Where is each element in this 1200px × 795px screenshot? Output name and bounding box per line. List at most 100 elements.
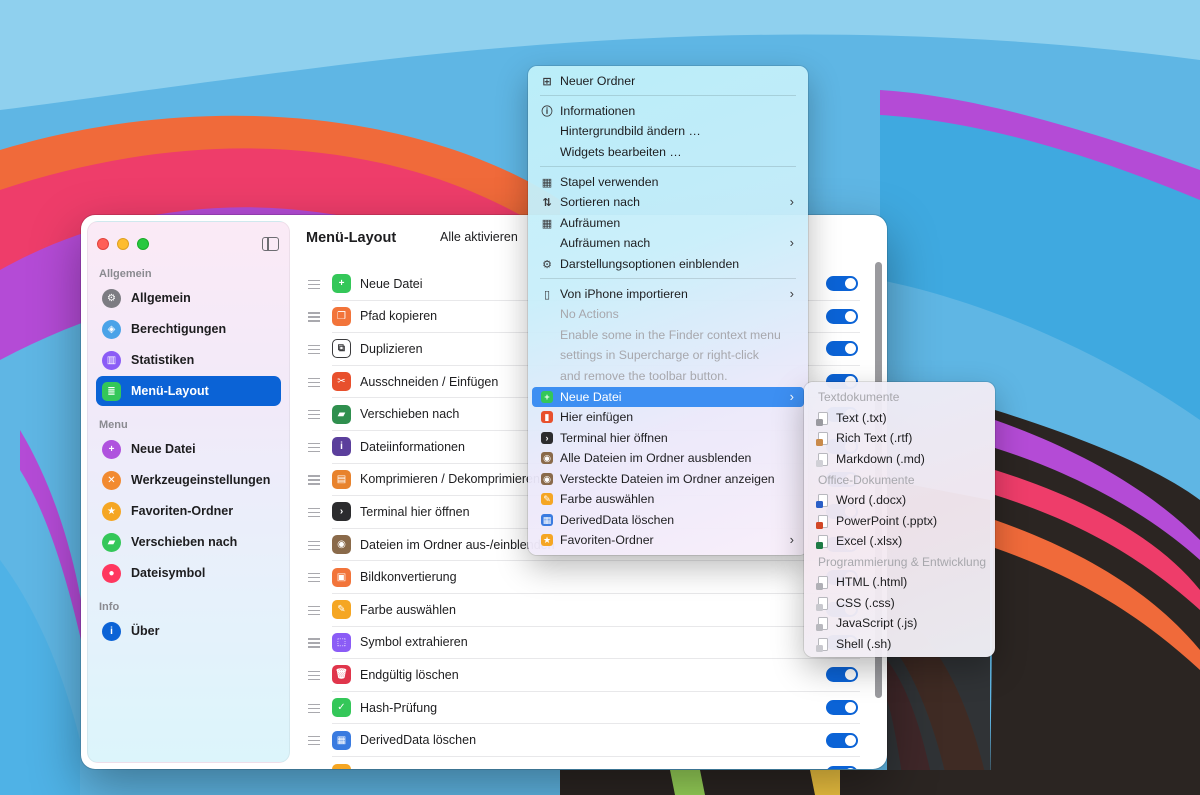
gear-icon: ⚙ (542, 258, 552, 271)
sidebar-item-dateisymbol[interactable]: ● Dateisymbol (96, 558, 281, 588)
submenu-item-label: Excel (.xlsx) (836, 534, 903, 548)
powerpoint-file-icon (816, 514, 828, 529)
drag-handle-icon[interactable] (308, 344, 320, 355)
submenu-item-rtf[interactable]: Rich Text (.rtf) (816, 428, 912, 448)
menu-item-neuer-ordner[interactable]: ⊞ Neuer Ordner (532, 71, 804, 91)
menu-item-informationen[interactable]: ⓘ Informationen (532, 101, 804, 121)
drag-handle-icon[interactable] (308, 442, 320, 453)
menu-item-label: Alle Dateien im Ordner ausblenden (560, 451, 752, 465)
drag-handle-icon[interactable] (308, 279, 320, 290)
info-icon: i (102, 621, 121, 641)
tools-icon: ✕ (102, 470, 121, 490)
submenu-item-html[interactable]: HTML (.html) (816, 572, 907, 592)
sidebar-item-menu-layout[interactable]: ≣ Menü-Layout (96, 376, 281, 406)
image-icon: ▣ (332, 567, 351, 587)
menu-item-sortieren[interactable]: ⇅ Sortieren nach › (532, 192, 804, 212)
menu-item-iphone-import[interactable]: ▯ Von iPhone importieren › (532, 284, 804, 304)
row-toggle[interactable] (826, 765, 858, 769)
sidebar-item-label: Über (131, 624, 160, 638)
menu-item-dateien-ausblenden[interactable]: ◉ Alle Dateien im Ordner ausblenden (532, 448, 804, 468)
drag-handle-icon[interactable] (308, 507, 320, 518)
menu-item-versteckte-anzeigen[interactable]: ◉ Versteckte Dateien im Ordner anzeigen (532, 469, 804, 489)
menu-item-label: Hintergrundbild ändern … (560, 124, 701, 138)
enable-all-button[interactable]: Alle aktivieren (431, 224, 527, 250)
sidebar-item-berechtigungen[interactable]: ◈ Berechtigungen (96, 314, 281, 344)
submenu-item-css[interactable]: CSS (.css) (816, 593, 895, 613)
chevron-right-icon: › (789, 194, 794, 209)
sidebar-item-favoriten-ordner[interactable]: ★ Favoriten-Ordner (96, 496, 281, 526)
sidebar-toggle-icon[interactable] (262, 237, 279, 251)
drag-handle-icon[interactable] (308, 573, 320, 583)
drag-handle-icon[interactable] (308, 638, 320, 648)
sidebar-item-neue-datei[interactable]: + Neue Datei (96, 434, 281, 464)
menu-item-aufraeumen[interactable]: ▦ Aufräumen (532, 213, 804, 233)
sidebar-item-label: Menü-Layout (131, 384, 209, 398)
sidebar-item-verschieben-nach[interactable]: ▰ Verschieben nach (96, 527, 281, 557)
md-file-icon (816, 452, 828, 467)
row-toggle[interactable] (826, 341, 858, 357)
menu-item-neue-datei[interactable]: + Neue Datei › (532, 387, 804, 407)
drag-handle-icon[interactable] (308, 377, 320, 387)
menu-item-stapel[interactable]: ▦ Stapel verwenden (532, 172, 804, 192)
drag-handle-icon[interactable] (308, 475, 320, 485)
menu-item-favoriten[interactable]: ★ Favoriten-Ordner › (532, 530, 804, 550)
table-row[interactable]: ⬚ Symbol extrahieren (305, 627, 860, 660)
submenu-item-sh[interactable]: Shell (.sh) (816, 634, 891, 654)
menu-item-label: Aufräumen nach (560, 236, 651, 250)
submenu-item-pptx[interactable]: PowerPoint (.pptx) (816, 511, 937, 531)
drag-handle-icon[interactable] (308, 605, 320, 616)
close-window-button[interactable] (97, 238, 109, 250)
minimize-window-button[interactable] (117, 238, 129, 250)
new-file-icon: + (541, 391, 553, 403)
submenu-item-txt[interactable]: Text (.txt) (816, 408, 887, 428)
menu-item-aufraeumen-nach[interactable]: Aufräumen nach › (532, 233, 804, 253)
table-row[interactable]: ▣ Bildkonvertierung (305, 561, 860, 594)
menu-item-deriveddata[interactable]: ▦ DerivedData löschen (532, 510, 804, 530)
eye-icon: ◉ (541, 452, 553, 464)
drag-handle-icon[interactable] (308, 540, 320, 550)
menu-item-terminal[interactable]: › Terminal hier öffnen (532, 428, 804, 448)
sidebar-item-label: Statistiken (131, 353, 195, 367)
submenu-item-docx[interactable]: Word (.docx) (816, 490, 906, 510)
row-toggle[interactable] (826, 308, 858, 324)
html-file-icon (816, 575, 828, 590)
check-icon: ✓ (332, 698, 351, 718)
menu-item-darstellungsoptionen[interactable]: ⚙ Darstellungsoptionen einblenden (532, 254, 804, 274)
chart-icon: ▥ (102, 350, 121, 370)
table-row[interactable]: ✎ Farbe auswählen (305, 594, 860, 627)
new-file-submenu: Textdokumente Text (.txt) Rich Text (.rt… (804, 382, 995, 657)
submenu-item-md[interactable]: Markdown (.md) (816, 449, 925, 469)
eyedropper-icon: ✎ (541, 493, 553, 505)
row-toggle[interactable] (826, 700, 858, 716)
drag-handle-icon[interactable] (308, 736, 320, 746)
menu-item-hintergrundbild[interactable]: Hintergrundbild ändern … (532, 121, 804, 141)
sidebar-item-allgemein[interactable]: ⚙ Allgemein (96, 283, 281, 313)
menu-item-label: settings in Supercharge or right-click (560, 348, 759, 362)
zoom-window-button[interactable] (137, 238, 149, 250)
sidebar-item-werkzeugeinstellungen[interactable]: ✕ Werkzeugeinstellungen (96, 465, 281, 495)
drag-handle-icon[interactable] (308, 703, 320, 713)
table-row[interactable]: 🗑 Endgültig löschen (305, 659, 860, 692)
sidebar: Allgemein ⚙ Allgemein ◈ Berechtigungen ▥… (87, 221, 290, 763)
menu-item-farbe[interactable]: ✎ Farbe auswählen (532, 489, 804, 509)
table-row[interactable]: ✓ Hash-Prüfung (305, 692, 860, 725)
table-row[interactable]: ★ (305, 757, 860, 769)
row-toggle[interactable] (826, 732, 858, 748)
sidebar-item-uber[interactable]: i Über (96, 616, 281, 646)
trash-icon: ▦ (541, 514, 553, 526)
submenu-item-js[interactable]: JavaScript (.js) (816, 613, 917, 633)
drag-handle-icon[interactable] (308, 312, 320, 322)
sidebar-item-statistiken[interactable]: ▥ Statistiken (96, 345, 281, 375)
menu-item-label: No Actions (560, 307, 619, 321)
drag-handle-icon[interactable] (308, 670, 320, 681)
row-toggle[interactable] (826, 667, 858, 683)
submenu-item-xlsx[interactable]: Excel (.xlsx) (816, 531, 903, 551)
drag-handle-icon[interactable] (308, 410, 320, 420)
table-row[interactable]: ▦ DerivedData löschen (305, 724, 860, 757)
menu-item-label: Darstellungsoptionen einblenden (560, 257, 740, 271)
chevron-right-icon: › (789, 286, 794, 301)
terminal-icon: › (541, 432, 553, 444)
menu-item-hier-einfuegen[interactable]: ▮ Hier einfügen (532, 407, 804, 427)
menu-item-widgets[interactable]: Widgets bearbeiten … (532, 142, 804, 162)
row-toggle[interactable] (826, 276, 858, 292)
